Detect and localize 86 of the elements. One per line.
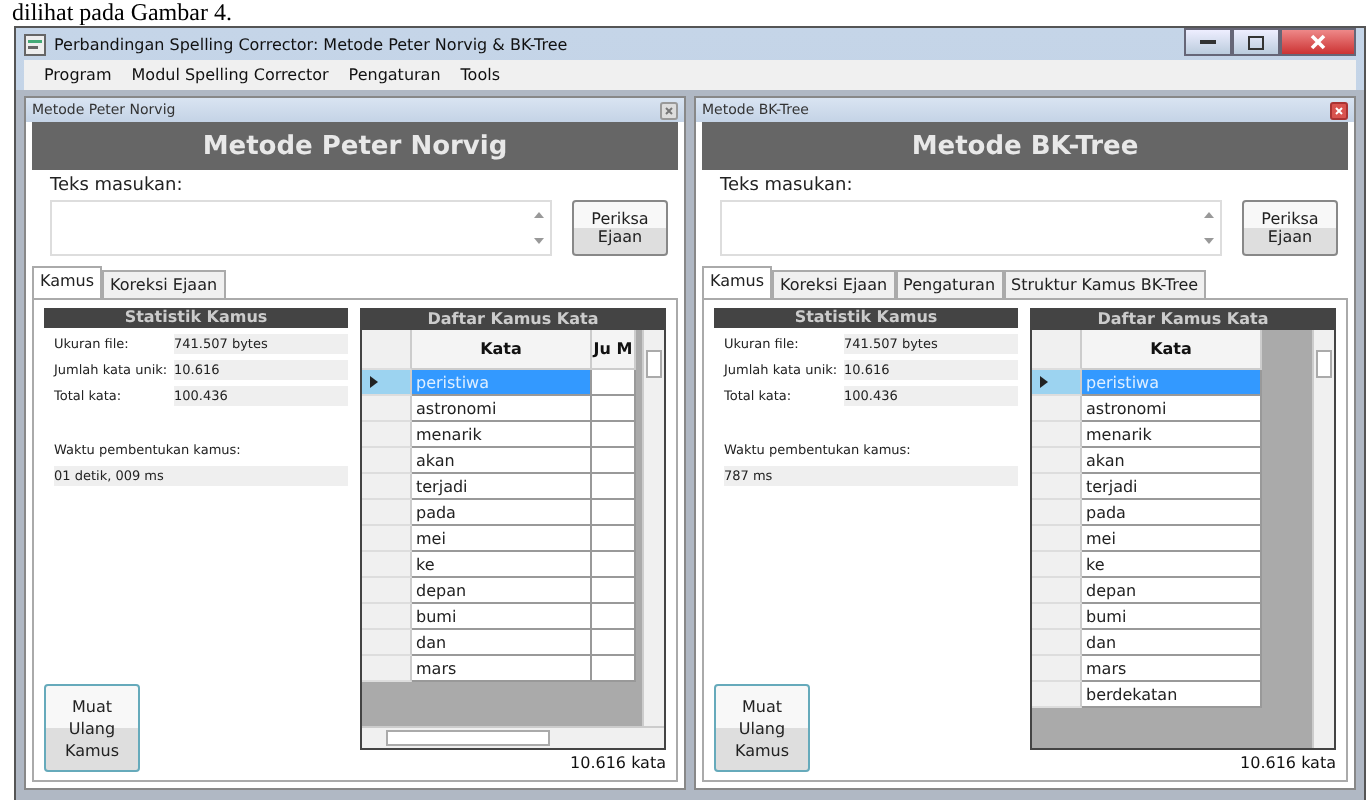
window-title: Perbandingan Spelling Corrector: Metode Peter Norvig & BK-Tree [54,35,568,53]
table-cell[interactable]: ke [412,552,592,578]
vertical-scrollbar[interactable] [642,330,664,726]
panel-heading: Metode Peter Norvig [32,122,678,170]
table-cell[interactable]: depan [1082,578,1262,604]
table-cell[interactable]: bumi [1082,604,1262,630]
word-count: 10.616 kata [570,754,666,772]
table-cell[interactable]: astronomi [1082,396,1262,422]
scrollbar-icon [532,208,546,248]
table-cell[interactable] [592,448,636,474]
check-spelling-button[interactable]: Periksa Ejaan [1242,200,1338,256]
table-cell[interactable] [592,578,636,604]
column-header[interactable]: Ju M [592,330,636,370]
table-cell[interactable]: mei [1082,526,1262,552]
input-label: Teks masukan: [50,176,185,196]
window-icon [24,33,46,55]
table-cell[interactable]: astronomi [412,396,592,422]
input-field[interactable] [720,200,1222,256]
close-icon [1310,34,1326,50]
section-header: Daftar Kamus Kata [1032,310,1334,330]
input-label: Teks masukan: [720,176,855,196]
tab[interactable]: Kamus [702,266,773,298]
table-cell[interactable]: berdekatan [1082,682,1262,708]
maximize-icon [1248,35,1264,49]
table-cell[interactable]: mars [1082,656,1262,682]
header-corner-cell [362,330,412,370]
table-cell[interactable]: terjadi [1082,474,1262,500]
document-caption: dilihat pada Gambar 4. [12,0,232,26]
table-cell[interactable] [592,552,636,578]
current-row-icon [1040,376,1048,388]
header-corner-cell [1032,330,1082,370]
table-cell[interactable] [592,656,636,682]
check-spelling-button[interactable]: Periksa Ejaan [572,200,668,256]
reload-button[interactable]: Muat Ulang Kamus [44,684,140,772]
maximize-button[interactable] [1232,28,1280,56]
reload-button[interactable]: Muat Ulang Kamus [714,684,810,772]
table-cell[interactable]: mei [412,526,592,552]
section-header: Statistik Kamus [714,308,1018,328]
table-cell[interactable] [592,396,636,422]
table-cell[interactable]: akan [1082,448,1262,474]
menu-item[interactable]: Tools [460,66,500,84]
table-cell[interactable] [592,630,636,656]
tab[interactable]: Kamus [32,266,103,298]
close-icon[interactable] [660,101,678,119]
tab[interactable]: Koreksi Ejaan [772,270,896,298]
table-cell[interactable]: mars [412,656,592,682]
word-count: 10.616 kata [1240,754,1336,772]
menu-item[interactable]: Modul Spelling Corrector [131,66,329,84]
minimize-icon [1200,39,1216,45]
table-cell[interactable]: akan [412,448,592,474]
panel-heading: Metode BK-Tree [702,122,1348,170]
table-cell[interactable] [592,604,636,630]
table-cell[interactable] [592,500,636,526]
section-header: Statistik Kamus [44,308,348,328]
tab[interactable]: Struktur Kamus BK-Tree [1003,270,1207,298]
table-cell[interactable] [592,526,636,552]
current-row-icon [370,376,378,388]
table-cell[interactable]: menarik [412,422,592,448]
row-header[interactable] [362,370,412,396]
minimize-button[interactable] [1184,28,1232,56]
table-cell[interactable] [592,474,636,500]
table-cell[interactable]: dan [412,630,592,656]
table-cell[interactable]: dan [1082,630,1262,656]
column-header[interactable]: Kata [412,330,592,370]
scrollbar-icon [1202,208,1216,248]
close-icon[interactable] [1330,101,1348,119]
table-cell[interactable]: bumi [412,604,592,630]
table-cell[interactable]: pada [412,500,592,526]
tab[interactable]: Pengaturan [895,270,1004,298]
input-field[interactable] [50,200,552,256]
section-header: Daftar Kamus Kata [362,310,664,330]
table-cell[interactable] [592,422,636,448]
menu-item[interactable]: Program [44,66,112,84]
table-cell[interactable]: terjadi [412,474,592,500]
row-header[interactable] [1032,370,1082,396]
close-button[interactable] [1280,28,1356,56]
table-cell[interactable]: ke [1082,552,1262,578]
table-cell[interactable]: pada [1082,500,1262,526]
table-cell[interactable]: menarik [1082,422,1262,448]
vertical-scrollbar[interactable] [1312,330,1334,748]
menu-item[interactable]: Pengaturan [348,66,441,84]
table-cell[interactable]: depan [412,578,592,604]
table-cell[interactable] [592,370,636,396]
column-header[interactable]: Kata [1082,330,1262,370]
tab[interactable]: Koreksi Ejaan [102,270,226,298]
horizontal-scrollbar[interactable] [362,726,664,748]
